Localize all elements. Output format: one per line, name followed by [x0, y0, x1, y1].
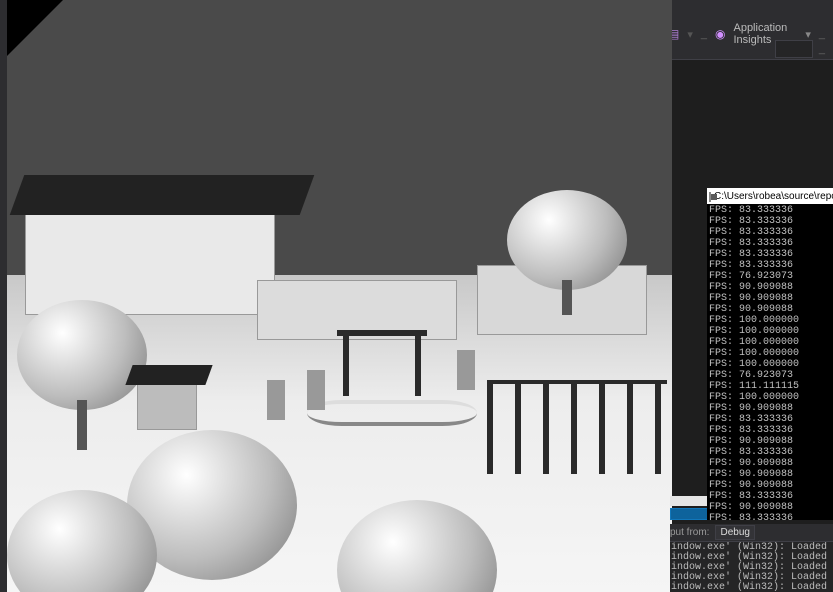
console-app-icon: [709, 192, 711, 202]
scene-tree: [17, 300, 147, 410]
fps-console-titlebar[interactable]: C:\Users\robea\source\repos\: [707, 188, 833, 204]
scene-tree-trunk: [562, 280, 572, 315]
scene-tree-trunk: [77, 400, 87, 450]
toolbar-underscore: _: [701, 28, 707, 40]
toolbar-underscore-2: _: [819, 28, 825, 40]
fps-console-window[interactable]: C:\Users\robea\source\repos\ FPS: 83.333…: [707, 188, 833, 520]
scene-torii-gate: [337, 330, 427, 336]
scene-main-building: [25, 205, 275, 315]
scene-lantern: [267, 380, 285, 420]
scene-pergola: [487, 380, 667, 384]
scene-small-roof: [125, 365, 212, 385]
hscroll-track[interactable]: [670, 496, 708, 506]
output-source-selector[interactable]: Debug: [715, 525, 754, 540]
output-panel: put from: Debug indow.exe' (Win32): Load…: [670, 524, 833, 592]
scene-bridge: [307, 400, 477, 426]
dropdown-caret-icon[interactable]: ▾: [805, 28, 811, 41]
output-from-label: put from:: [670, 527, 709, 538]
viewport-corner-overlay: [7, 0, 63, 56]
fps-console-body: FPS: 83.333336 FPS: 83.333336 FPS: 83.33…: [707, 204, 833, 520]
toolbar-separator: ▾: [687, 28, 693, 41]
scene-main-roof: [10, 175, 315, 215]
insights-icon[interactable]: ◉: [715, 27, 725, 41]
render-viewport[interactable]: [7, 0, 672, 592]
scene-small-shrine: [137, 380, 197, 430]
output-panel-header: put from: Debug: [670, 524, 833, 542]
top-toolbar: ▤ ▾ _ ◉ Application Insights ▾ _ _: [668, 0, 833, 60]
toolbar-underscore-3: _: [819, 43, 825, 55]
hscroll-thumb[interactable]: [670, 508, 708, 520]
output-panel-body[interactable]: indow.exe' (Win32): Loaded 'C:\Wind indo…: [670, 542, 833, 592]
toolbar-combo[interactable]: [775, 40, 813, 58]
scene-lantern: [457, 350, 475, 390]
scene-lantern: [307, 370, 325, 410]
scene-tree: [507, 190, 627, 290]
fps-console-title: C:\Users\robea\source\repos\: [714, 191, 833, 202]
output-source-value: Debug: [720, 527, 749, 538]
